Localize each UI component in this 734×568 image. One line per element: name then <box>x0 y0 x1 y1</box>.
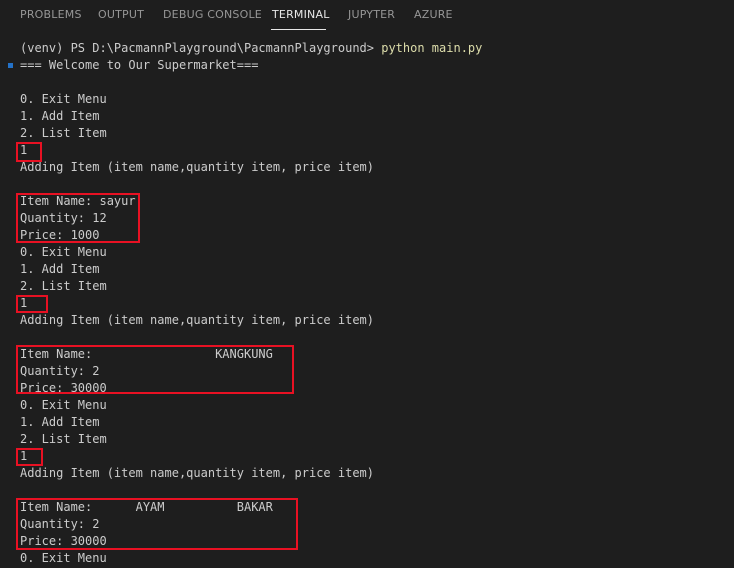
terminal-line: 2. List Item <box>20 279 107 293</box>
highlight-box-item-kangkung <box>16 345 294 394</box>
terminal-output[interactable]: (venv) PS D:\PacmannPlayground\PacmannPl… <box>20 40 482 567</box>
terminal-line: === Welcome to Our Supermarket=== <box>20 58 259 72</box>
highlight-box-item-ayam-bakar <box>16 498 298 550</box>
command-decoration-icon[interactable] <box>8 63 13 68</box>
terminal-line: 0. Exit Menu <box>20 245 107 259</box>
terminal-line: 1 <box>20 143 28 157</box>
tab-debug-console[interactable]: DEBUG CONSOLE <box>163 8 262 22</box>
command-text: python main.py <box>381 41 483 55</box>
terminal-line: 2. List Item <box>20 432 107 446</box>
terminal-line: 2. List Item <box>20 126 107 140</box>
terminal-line: 0. Exit Menu <box>20 398 107 412</box>
terminal-line: Adding Item (item name,quantity item, pr… <box>20 466 375 480</box>
highlight-box-choice-1 <box>16 142 42 162</box>
terminal-line: 1. Add Item <box>20 262 100 276</box>
prompt-text: (venv) PS D:\PacmannPlayground\PacmannPl… <box>20 41 382 55</box>
prompt-line: (venv) PS D:\PacmannPlayground\PacmannPl… <box>20 40 482 57</box>
tab-terminal[interactable]: TERMINAL <box>272 8 330 22</box>
tab-jupyter[interactable]: JUPYTER <box>348 8 395 22</box>
highlight-box-choice-2 <box>16 295 48 313</box>
highlight-box-item-sayur <box>16 193 140 243</box>
terminal-line: 1 <box>20 296 28 310</box>
tab-azure[interactable]: AZURE <box>414 8 453 22</box>
terminal-line: 0. Exit Menu <box>20 92 107 106</box>
active-tab-indicator <box>271 29 326 30</box>
terminal-line: 1. Add Item <box>20 109 100 123</box>
terminal-line: 1. Add Item <box>20 415 100 429</box>
terminal-line: 1 <box>20 449 28 463</box>
tab-output[interactable]: OUTPUT <box>98 8 144 22</box>
terminal-line: 0. Exit Menu <box>20 551 107 565</box>
panel-tab-bar: PROBLEMS OUTPUT DEBUG CONSOLE TERMINAL J… <box>0 0 734 34</box>
highlight-box-choice-3 <box>16 448 43 466</box>
tab-problems[interactable]: PROBLEMS <box>20 8 82 22</box>
terminal-panel: PROBLEMS OUTPUT DEBUG CONSOLE TERMINAL J… <box>0 0 734 568</box>
terminal-line: Adding Item (item name,quantity item, pr… <box>20 313 375 327</box>
terminal-line: Adding Item (item name,quantity item, pr… <box>20 160 375 174</box>
